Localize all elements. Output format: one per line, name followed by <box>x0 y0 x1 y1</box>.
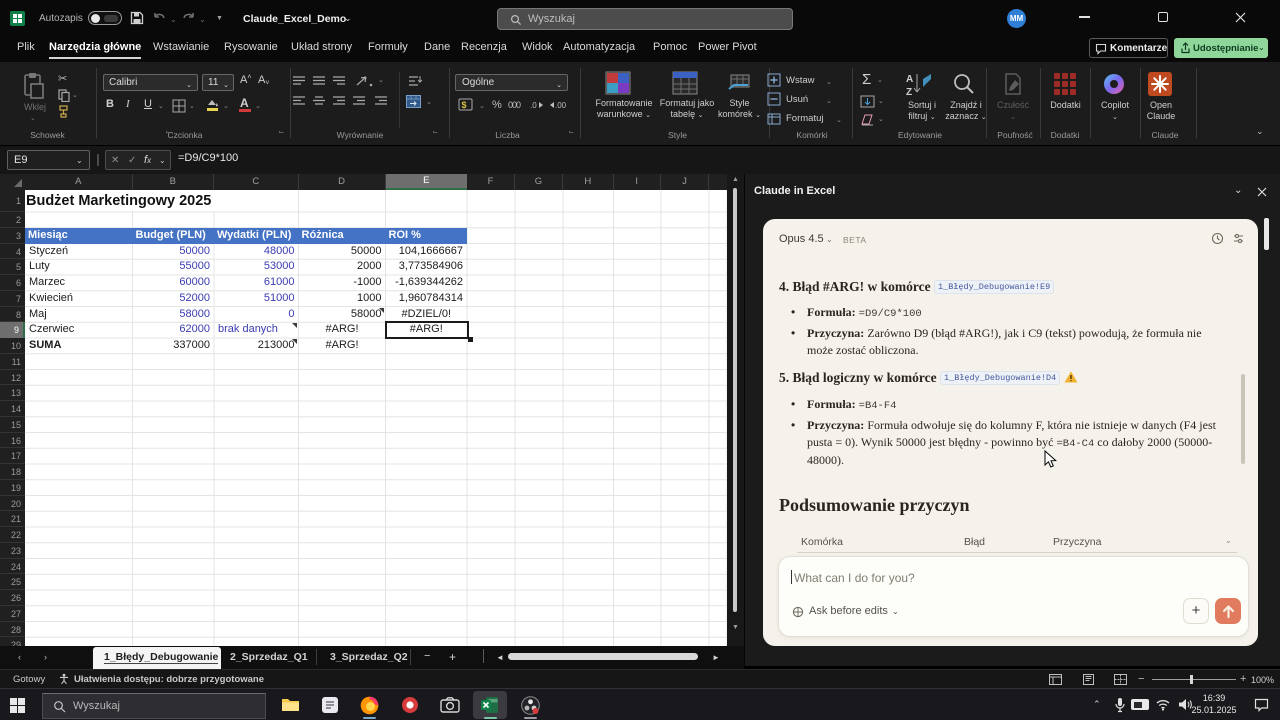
svg-text:A: A <box>906 74 913 85</box>
svg-text:.00: .00 <box>555 101 566 110</box>
svg-text:Z: Z <box>906 87 912 97</box>
svg-text:$: $ <box>462 100 467 110</box>
svg-text:.0: .0 <box>530 101 537 110</box>
